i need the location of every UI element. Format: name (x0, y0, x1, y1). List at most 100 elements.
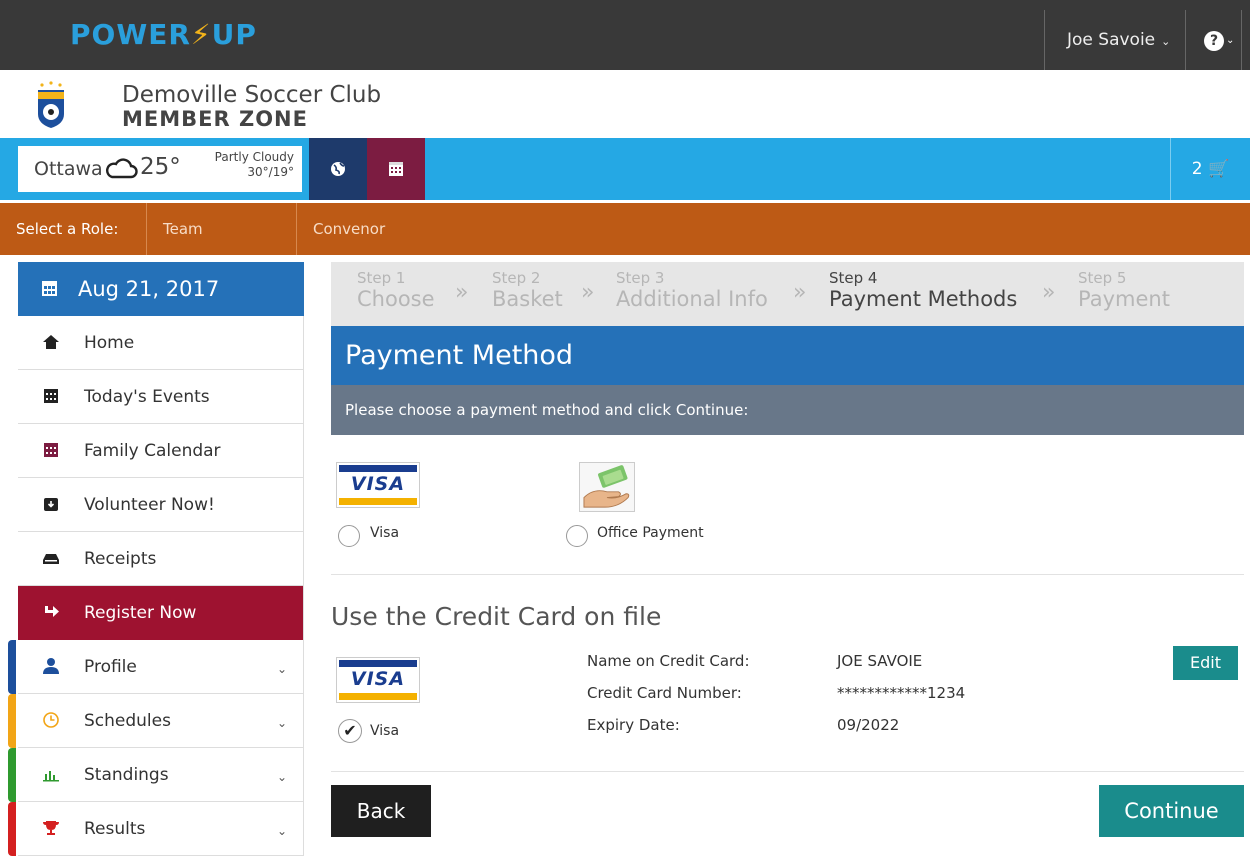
results-color-stripe (8, 802, 16, 856)
role-bar: Select a Role: Team Official:HL Convenor (0, 203, 1250, 290)
office-payment-label: Office Payment (597, 525, 704, 541)
visa-band-bottom (339, 498, 417, 505)
name-on-card-label: Name on Credit Card: (587, 652, 750, 670)
chevron-down-icon: ⌄ (276, 662, 287, 676)
help-menu[interactable]: ? ⌄ (1186, 10, 1242, 70)
step-5: Step 5 Payment (1078, 270, 1170, 312)
sidebar-item-standings[interactable]: Standings ⌄ (8, 748, 304, 802)
money-hand-icon[interactable] (579, 462, 635, 512)
globe-icon (331, 162, 345, 176)
expiry-date-value: 09/2022 (837, 716, 900, 734)
sidebar-date: Aug 21, 2017 (18, 262, 304, 316)
profile-color-stripe (8, 640, 16, 694)
sidebar-item-label: Volunteer Now! (84, 495, 215, 515)
visa-card-icon: VISA (336, 657, 420, 703)
role-convenor[interactable]: Convenor (297, 203, 427, 255)
sidebar-item-schedules[interactable]: Schedules ⌄ (8, 694, 304, 748)
cart-count: 2 (1191, 159, 1203, 179)
step-number: Step 1 (357, 269, 406, 287)
visa-radio-label: Visa (370, 525, 400, 541)
chevron-down-icon: ⌄ (1226, 34, 1235, 46)
edit-card-button[interactable]: Edit (1173, 646, 1238, 680)
double-chevron-icon: » (793, 280, 807, 305)
globe-button[interactable] (309, 138, 367, 200)
credit-card-on-file-title: Use the Credit Card on file (331, 602, 662, 631)
calendar-icon (42, 281, 57, 296)
weather-condition-box: Partly Cloudy 30°/19° (215, 150, 294, 180)
visa-band-bottom (339, 693, 417, 700)
checkout-steps: Step 1 Choose » Step 2 Basket » Step 3 Addi… (331, 262, 1244, 326)
sidebar-item-label: Standings (84, 765, 169, 785)
sidebar-item-label: Schedules (84, 711, 171, 731)
step-2: Step 2 Basket (492, 270, 563, 312)
sidebar-item-volunteer[interactable]: Volunteer Now! (18, 478, 304, 532)
logo-text-right: UP (211, 18, 257, 51)
home-icon (43, 335, 59, 349)
calendar-icon (389, 162, 403, 176)
sidebar-item-results[interactable]: Results ⌄ (8, 802, 304, 856)
back-button[interactable]: Back (331, 785, 431, 837)
standings-color-stripe (8, 748, 16, 802)
checkmark-icon: ✔ (343, 721, 357, 740)
sidebar-item-receipts[interactable]: Receipts (18, 532, 304, 586)
divider (331, 574, 1244, 575)
lightning-bolt-icon: ⚡ (190, 18, 212, 51)
visa-band-top (339, 660, 417, 667)
step-title: Basket (492, 287, 563, 311)
sidebar-item-register-now[interactable]: Register Now (18, 586, 304, 640)
weather-condition: Partly Cloudy (214, 150, 294, 164)
sidebar-item-label: Receipts (84, 549, 157, 569)
club-name: Demoville Soccer Club (122, 82, 382, 108)
visa-card-text: VISA (350, 668, 406, 690)
step-number: Step 2 (492, 269, 541, 287)
sidebar-item-label: Family Calendar (84, 441, 221, 461)
inbox-download-icon (44, 498, 58, 511)
weather-widget[interactable]: Ottawa 25° Partly Cloudy 30°/19° (18, 146, 302, 192)
sidebar-item-profile[interactable]: Profile ⌄ (8, 640, 304, 694)
cloud-icon (106, 158, 138, 179)
sidebar-item-todays-events[interactable]: Today's Events (18, 370, 304, 424)
cart-button[interactable]: 2 🛒 (1170, 138, 1250, 200)
step-title: Choose (357, 287, 435, 311)
visa-checked-radio[interactable]: ✔ (338, 719, 362, 743)
role-team-official[interactable]: Team Official:HL (147, 203, 297, 290)
sidebar-item-label: Today's Events (84, 387, 210, 407)
calendar-button[interactable] (367, 138, 425, 200)
powerup-logo[interactable]: POWER⚡UP (70, 18, 257, 51)
sidebar-item-family-calendar[interactable]: Family Calendar (18, 424, 304, 478)
visa-card-text: VISA (350, 473, 406, 495)
card-number-value: ************1234 (837, 684, 966, 702)
user-menu[interactable]: Joe Savoie ⌄ (1044, 10, 1186, 70)
visa-band-top (339, 465, 417, 472)
weather-range: 30°/19° (247, 165, 294, 179)
step-1: Step 1 Choose (357, 270, 435, 312)
visa-radio[interactable] (338, 525, 360, 547)
weather-city: Ottawa (34, 158, 103, 180)
calendar-icon (44, 389, 58, 403)
step-number: Step 5 (1078, 269, 1127, 287)
step-title: Payment Methods (829, 287, 1018, 311)
calendar-icon (44, 443, 58, 457)
double-chevron-icon: » (581, 280, 595, 305)
chevron-down-icon: ⌄ (1161, 35, 1171, 48)
step-3: Step 3 Additional Info (616, 270, 768, 312)
share-arrow-icon (45, 606, 59, 617)
receipt-tray-icon (43, 554, 59, 564)
office-payment-radio[interactable] (566, 525, 588, 547)
payment-method-heading: Payment Method (331, 326, 1244, 385)
double-chevron-icon: » (455, 280, 469, 305)
sidebar-item-home[interactable]: Home (18, 316, 304, 370)
schedules-color-stripe (8, 694, 16, 748)
question-icon: ? (1204, 30, 1224, 51)
sidebar-item-label: Results (84, 819, 146, 839)
expiry-date-label: Expiry Date: (587, 716, 680, 734)
continue-button[interactable]: Continue (1099, 785, 1244, 837)
sidebar-item-label: Profile (84, 657, 137, 677)
basket-icon: 🛒 (1208, 159, 1230, 179)
logo-text-left: POWER (70, 18, 191, 51)
soccer-crest-icon[interactable] (36, 80, 66, 130)
visa-card-icon[interactable]: VISA (336, 462, 420, 508)
chevron-down-icon: ⌄ (276, 770, 287, 784)
name-on-card-value: JOE SAVOIE (837, 652, 923, 670)
sidebar-item-label: Register Now (84, 603, 197, 623)
